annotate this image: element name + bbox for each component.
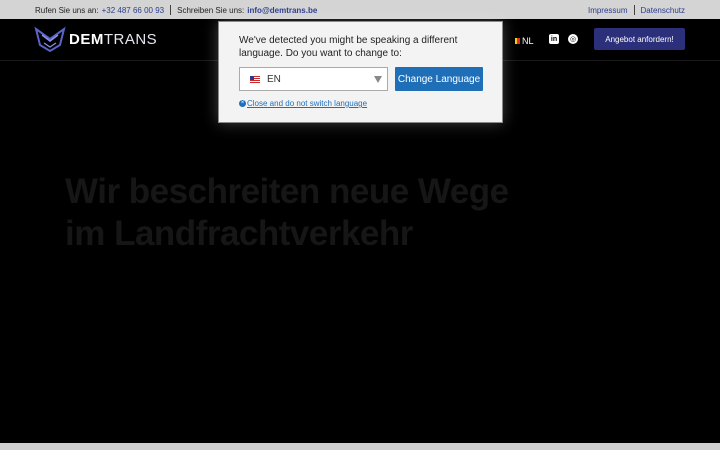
dialog-message: We've detected you might be speaking a d… bbox=[239, 35, 458, 59]
divider bbox=[633, 5, 635, 15]
linkedin-icon[interactable]: in bbox=[549, 34, 559, 44]
email-link[interactable]: info@demtrans.be bbox=[247, 6, 317, 15]
language-select[interactable]: EN bbox=[239, 67, 388, 91]
dropdown-caret-icon bbox=[374, 76, 382, 83]
datenschutz-link[interactable]: Datenschutz bbox=[641, 6, 685, 15]
demtrans-logo-icon bbox=[34, 26, 66, 53]
hero-title: Wir beschreiten neue Wege im Landfrachtv… bbox=[65, 172, 509, 253]
belgium-flag-icon bbox=[512, 38, 521, 44]
impressum-link[interactable]: Impressum bbox=[588, 6, 628, 15]
logo-text: DEMTRANS bbox=[69, 30, 158, 48]
divider bbox=[170, 5, 172, 15]
contact-info: Rufen Sie uns an: +32 487 66 00 93 Schre… bbox=[35, 5, 317, 15]
legal-links: Impressum Datenschutz bbox=[588, 5, 685, 15]
us-flag-icon bbox=[250, 75, 260, 83]
language-switcher[interactable]: NL bbox=[512, 36, 534, 46]
whatsapp-icon[interactable]: ◎ bbox=[568, 34, 578, 44]
language-detection-dialog: We've detected you might be speaking a d… bbox=[218, 21, 503, 123]
request-quote-button[interactable]: Angebot anfordern! bbox=[594, 28, 685, 50]
phone-link[interactable]: +32 487 66 00 93 bbox=[102, 6, 165, 15]
close-dialog-link[interactable]: × Close and do not switch language bbox=[239, 99, 367, 108]
bottom-strip bbox=[0, 443, 720, 450]
change-language-button[interactable]: Change Language bbox=[395, 67, 483, 91]
top-info-bar: Rufen Sie uns an: +32 487 66 00 93 Schre… bbox=[0, 0, 720, 19]
selected-language: EN bbox=[267, 73, 281, 85]
close-link-label: Close and do not switch language bbox=[247, 99, 368, 108]
call-label: Rufen Sie uns an: bbox=[35, 5, 99, 15]
write-label: Schreiben Sie uns: bbox=[177, 5, 245, 15]
close-circle-icon: × bbox=[239, 100, 246, 107]
language-label: NL bbox=[522, 36, 534, 46]
site-logo[interactable]: DEMTRANS bbox=[34, 25, 157, 53]
